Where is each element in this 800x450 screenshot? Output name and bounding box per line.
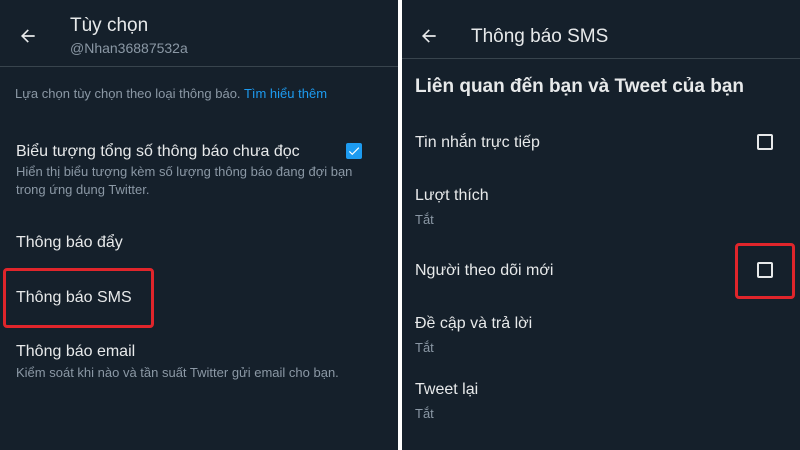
mentions-replies-status: Tắt (415, 340, 434, 355)
arrow-left-icon (422, 29, 436, 43)
push-notifications-item[interactable]: Thông báo đẩy (16, 234, 123, 252)
page-title: Thông báo SMS (471, 26, 609, 47)
arrow-left-icon (21, 29, 35, 43)
direct-messages-item[interactable]: Tin nhắn trực tiếp (415, 134, 540, 152)
unread-badge-title[interactable]: Biểu tượng tổng số thông báo chưa đọc (16, 143, 300, 161)
header-divider (0, 66, 398, 67)
back-button[interactable] (16, 24, 40, 48)
header-divider (402, 58, 800, 59)
screenshot-composite: Tùy chọn @Nhan36887532a Lựa chọn tùy chọ… (0, 0, 800, 450)
options-panel: Tùy chọn @Nhan36887532a Lựa chọn tùy chọ… (0, 0, 398, 450)
mentions-replies-item[interactable]: Đề cập và trả lời (415, 315, 532, 333)
page-title: Tùy chọn (70, 15, 149, 36)
new-followers-item[interactable]: Người theo dõi mới (415, 262, 553, 280)
email-notifications-description: Kiểm soát khi nào và tần suất Twitter gử… (16, 365, 339, 380)
unread-badge-description: Hiển thị biểu tượng kèm số lượng thông b… (16, 164, 353, 197)
sms-notifications-item[interactable]: Thông báo SMS (16, 289, 132, 307)
back-button[interactable] (417, 24, 441, 48)
sms-notifications-panel: Thông báo SMS Liên quan đến bạn và Tweet… (402, 0, 800, 450)
email-notifications-item[interactable]: Thông báo email (16, 343, 135, 361)
likes-status: Tắt (415, 212, 434, 227)
unread-badge-checkbox[interactable] (346, 143, 362, 159)
retweets-item[interactable]: Tweet lại (415, 381, 478, 399)
section-heading: Liên quan đến bạn và Tweet của bạn (415, 76, 745, 97)
likes-item[interactable]: Lượt thích (415, 187, 489, 205)
direct-messages-checkbox[interactable] (757, 134, 773, 150)
checkmark-icon (348, 147, 360, 156)
retweets-status: Tắt (415, 406, 434, 421)
new-followers-checkbox[interactable] (757, 262, 773, 278)
intro-text: Lựa chọn tùy chọn theo loại thông báo. T… (15, 86, 328, 101)
learn-more-link[interactable]: Tìm hiểu thêm (244, 86, 327, 101)
user-handle: @Nhan36887532a (70, 40, 188, 56)
